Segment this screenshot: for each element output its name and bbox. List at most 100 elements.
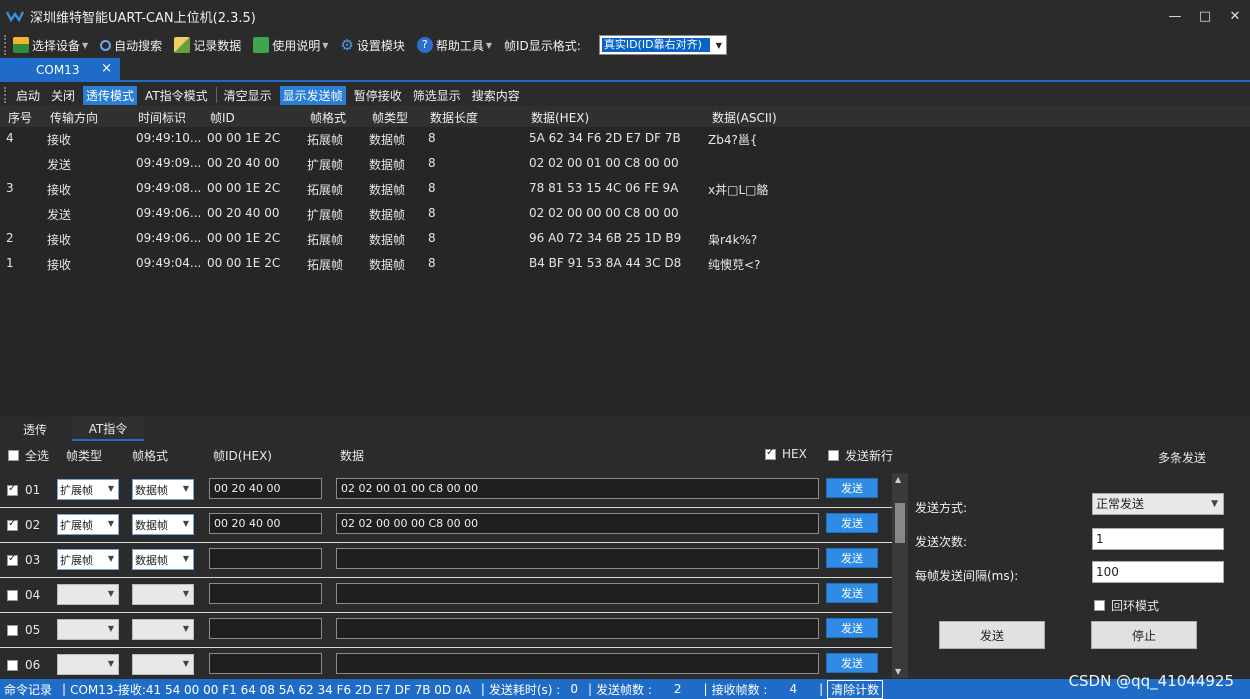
id-format-select[interactable]: 真实ID(ID靠右对齐) ▼ (598, 35, 727, 55)
frame-format-select[interactable]: 数据帧 ▼ (132, 549, 194, 570)
table-row[interactable]: 4 接收 09:49:10... 00 00 1E 2C 拓展帧 数据帧 8 5A 62 34… (0, 127, 1250, 152)
close-tab-icon[interactable]: × (101, 61, 112, 76)
frame-format-select[interactable]: ▼ (132, 619, 194, 640)
send-button[interactable]: 发送 (826, 653, 878, 673)
table-row[interactable]: 1 接收 09:49:04... 00 00 1E 2C 拓展帧 数据帧 8 B4 BF 91… (0, 252, 1250, 277)
col-time[interactable]: 时间标识 (138, 109, 186, 126)
start-button[interactable]: 启动 (13, 86, 43, 105)
send-mode-label: 发送方式: (915, 501, 968, 515)
table-row[interactable]: 发送 09:49:09... 00 20 40 00 扩展帧 数据帧 8 02 02 00 … (0, 152, 1250, 177)
scrollbar-thumb[interactable] (895, 503, 905, 543)
row-checkbox[interactable]: 06 (7, 658, 40, 672)
col-length[interactable]: 数据长度 (430, 109, 478, 126)
row-ascii: Zb4?邕{ (708, 133, 758, 147)
frame-type-select[interactable]: ▼ (57, 619, 119, 640)
send-button[interactable]: 发送 (826, 548, 878, 568)
auto-search-button[interactable]: 自动搜索 (100, 37, 162, 54)
cmdbar-grip[interactable] (4, 87, 7, 103)
col-frame-format[interactable]: 帧格式 (310, 109, 346, 126)
send-button[interactable]: 发送 (826, 513, 878, 533)
data-input[interactable] (336, 618, 819, 639)
row-checkbox[interactable]: 04 (7, 588, 40, 602)
data-input[interactable] (336, 653, 819, 674)
toolbar-grip[interactable] (4, 35, 7, 55)
send-mode-select[interactable]: 正常发送 ▼ (1092, 493, 1224, 515)
frame-type-select[interactable]: ▼ (57, 654, 119, 675)
select-all-checkbox[interactable]: 全选 (8, 447, 49, 464)
send-interval-input[interactable]: 100 (1092, 561, 1224, 583)
tx-count-label: 发送帧数 : (596, 682, 652, 697)
frame-format-select[interactable]: ▼ (132, 584, 194, 605)
record-data-button[interactable]: 记录数据 (174, 37, 241, 54)
tab-com13[interactable]: COM13 × (0, 58, 120, 82)
at-mode-button[interactable]: AT指令模式 (142, 86, 211, 105)
send-count-input[interactable]: 1 (1092, 528, 1224, 550)
frame-id-input[interactable]: 00 20 40 00 (209, 513, 322, 534)
tab-passthrough[interactable]: 透传 (0, 417, 70, 441)
frame-id-input[interactable] (209, 583, 322, 604)
frame-type-select[interactable]: ▼ (57, 584, 119, 605)
data-input[interactable]: 02 02 00 00 00 C8 00 00 (336, 513, 819, 534)
close-button[interactable]: 关闭 (48, 86, 78, 105)
clear-count-button[interactable]: 清除计数 (827, 679, 884, 699)
data-input[interactable]: 02 02 00 01 00 C8 00 00 (336, 478, 819, 499)
loop-mode-checkbox[interactable]: 回环模式 (1094, 597, 1159, 614)
send-button[interactable]: 发送 (826, 583, 878, 603)
hex-checkbox[interactable]: HEX (765, 447, 807, 461)
multi-send-button[interactable]: 发送 (939, 621, 1045, 649)
col-ascii[interactable]: 数据(ASCII) (712, 109, 777, 126)
row-number: 04 (25, 588, 41, 602)
help-button[interactable]: ? 帮助工具 ▼ (416, 37, 492, 54)
at-list-scrollbar[interactable]: ▲ ▼ (892, 473, 908, 678)
pause-receive-button[interactable]: 暂停接收 (351, 86, 405, 105)
row-checkbox[interactable]: 03 (7, 553, 40, 567)
table-row[interactable]: 2 接收 09:49:06... 00 00 1E 2C 拓展帧 数据帧 8 96 A0 72… (0, 227, 1250, 252)
clear-display-button[interactable]: 清空显示 (221, 86, 275, 105)
col-direction[interactable]: 传输方向 (50, 109, 98, 126)
filter-button[interactable]: 筛选显示 (410, 86, 464, 105)
scroll-down-icon[interactable]: ▼ (895, 667, 901, 676)
table-row[interactable]: 发送 09:49:06... 00 20 40 00 扩展帧 数据帧 8 02 02 00 … (0, 202, 1250, 227)
scroll-up-icon[interactable]: ▲ (895, 475, 901, 484)
tab-at-command[interactable]: AT指令 (72, 417, 144, 441)
search-button[interactable]: 搜索内容 (469, 86, 523, 105)
col-hex[interactable]: 数据(HEX) (531, 109, 589, 126)
frame-id-input[interactable] (209, 548, 322, 569)
col-frame-type[interactable]: 帧类型 (372, 109, 408, 126)
select-device-button[interactable]: 选择设备 ▼ (13, 37, 88, 54)
frame-id-input[interactable]: 00 20 40 00 (209, 478, 322, 499)
frame-grid[interactable]: 序号 传输方向 时间标识 帧ID 帧格式 帧类型 数据长度 数据(HEX) 数据… (0, 106, 1250, 416)
show-sent-button[interactable]: 显示发送帧 (279, 85, 346, 105)
settings-button[interactable]: ⚙ 设置模块 (340, 36, 404, 54)
frame-type-select[interactable]: 扩展帧 ▼ (57, 479, 119, 500)
frame-format-select[interactable]: 数据帧 ▼ (132, 514, 194, 535)
frame-id-input[interactable] (209, 618, 322, 639)
close-icon[interactable]: ✕ (1220, 0, 1250, 32)
send-button[interactable]: 发送 (826, 478, 878, 498)
data-input[interactable] (336, 548, 819, 569)
multi-stop-button[interactable]: 停止 (1091, 621, 1197, 649)
col-index[interactable]: 序号 (8, 109, 32, 126)
at-row: 03 扩展帧▼ 数据帧▼ 发送 (0, 543, 892, 578)
row-checkbox[interactable]: 02 (7, 518, 40, 532)
title-bar: 深圳维特智能UART-CAN上位机(2.3.5) — □ ✕ (0, 0, 1250, 32)
chevron-down-icon: ▼ (107, 484, 114, 493)
frame-type-select[interactable]: 扩展帧 ▼ (57, 514, 119, 535)
usage-button[interactable]: 使用说明 ▼ (253, 37, 328, 54)
minimize-icon[interactable]: — (1160, 0, 1190, 32)
row-hex: B4 BF 91 53 8A 44 3C D8 (529, 256, 682, 270)
maximize-icon[interactable]: □ (1190, 0, 1220, 32)
table-row[interactable]: 3 接收 09:49:08... 00 00 1E 2C 拓展帧 数据帧 8 78 81 53… (0, 177, 1250, 202)
passthrough-mode-button[interactable]: 透传模式 (83, 85, 138, 105)
frame-format-select[interactable]: ▼ (132, 654, 194, 675)
frame-format-select[interactable]: 数据帧 ▼ (132, 479, 194, 500)
send-button[interactable]: 发送 (826, 618, 878, 638)
row-checkbox[interactable]: 05 (7, 623, 40, 637)
col-frame-id[interactable]: 帧ID (210, 109, 235, 126)
send-newline-checkbox[interactable]: 发送新行 (828, 447, 893, 464)
frame-id-input[interactable] (209, 653, 322, 674)
frame-type-select[interactable]: 扩展帧 ▼ (57, 549, 119, 570)
command-log-link[interactable]: 命令记录 (4, 681, 52, 698)
data-input[interactable] (336, 583, 819, 604)
row-checkbox[interactable]: 01 (7, 483, 40, 497)
